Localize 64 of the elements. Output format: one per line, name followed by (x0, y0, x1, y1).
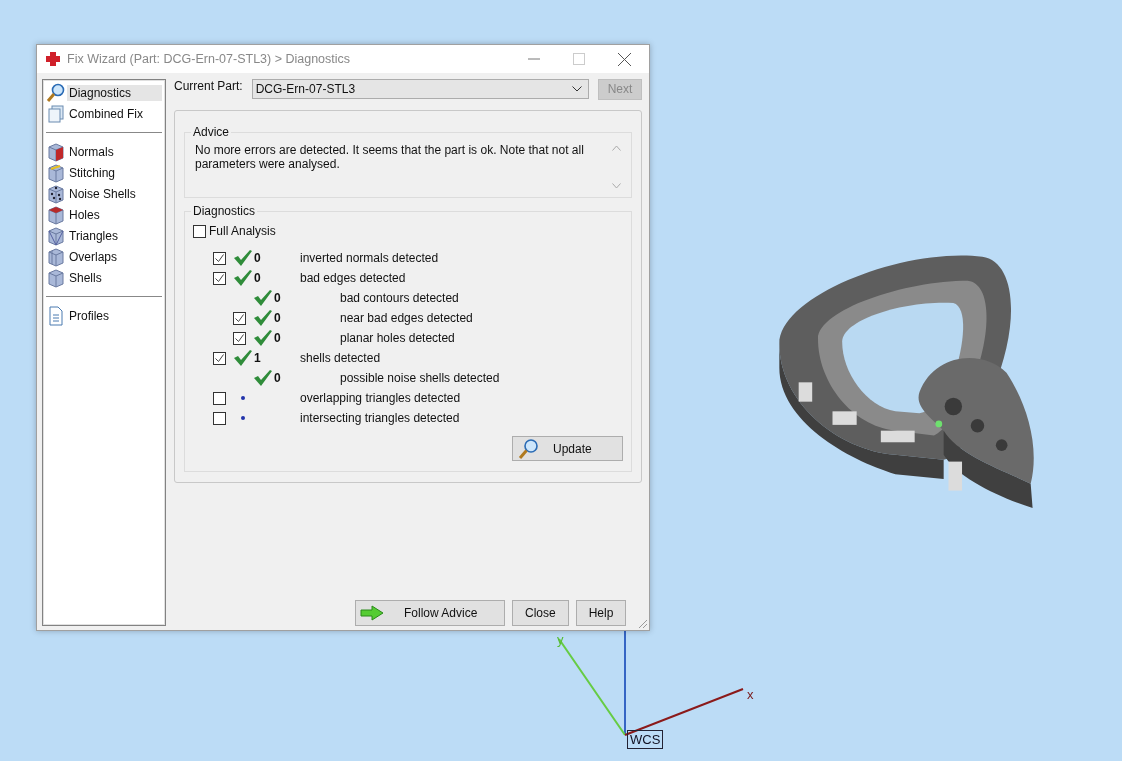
diagnostic-label: planar holes detected (340, 331, 455, 345)
current-part-label: Current Part: (174, 79, 243, 93)
diagnostic-label: bad contours detected (340, 291, 459, 305)
chevron-down-icon (572, 86, 582, 92)
checkbox[interactable] (233, 331, 246, 345)
pages-icon (46, 103, 66, 124)
advice-text: No more errors are detected. It seems that the part is ok. Note that not all parameters were analysed. (195, 143, 585, 173)
window-title: Fix Wizard (Part: DCG-Ern-07-STL3) > Diagnostics (67, 52, 352, 66)
count: 0 (274, 331, 281, 345)
cube-icon (46, 162, 66, 183)
diagnostic-label: near bad edges detected (340, 311, 473, 325)
count: 0 (274, 311, 281, 325)
sidebar-item[interactable]: Triangles (67, 227, 162, 244)
sidebar-item[interactable]: Holes (67, 206, 162, 223)
sidebar-item[interactable]: Noise Shells (67, 185, 162, 202)
sidebar-item[interactable]: Overlaps (67, 248, 162, 265)
sidebar-item[interactable]: Stitching (67, 164, 162, 181)
diagnostic-label: bad edges detected (300, 271, 406, 285)
count: 1 (254, 351, 261, 365)
resize-grip-icon[interactable] (638, 619, 648, 629)
diagnostic-label: intersecting triangles detected (300, 411, 460, 425)
arrow-right-icon (360, 605, 384, 621)
dialog-button[interactable]: Help (575, 600, 627, 626)
group-title: Diagnostics (192, 204, 257, 218)
count: 0 (254, 251, 261, 265)
part-dropdown[interactable]: DCG-Ern-07-STL3 (251, 79, 589, 99)
axis-label: y (557, 632, 564, 647)
checkbox[interactable] (193, 224, 206, 238)
cube-icon (46, 246, 66, 267)
checkbox[interactable] (213, 251, 226, 265)
count: 0 (274, 371, 281, 385)
document-icon (46, 305, 66, 326)
checkbox[interactable] (213, 411, 226, 425)
magnifier-icon (46, 82, 66, 103)
follow-advice-button[interactable]: Follow Advice (355, 600, 505, 626)
dialog-button[interactable]: Close (512, 600, 569, 626)
cross-icon (45, 51, 61, 67)
diagnostic-label: overlapping triangles detected (300, 391, 461, 405)
sidebar-item[interactable]: Diagnostics (67, 84, 162, 101)
cube-icon (46, 267, 66, 288)
count: 0 (274, 291, 281, 305)
checkbox[interactable] (213, 271, 226, 285)
cube-icon (46, 141, 66, 162)
sidebar-item[interactable]: Combined Fix (67, 105, 162, 122)
close-icon[interactable] (618, 52, 631, 66)
checkbox-label: Full Analysis (209, 224, 276, 238)
update-button[interactable]: Update (512, 436, 623, 461)
cube-icon (46, 204, 66, 225)
group-title: Advice (192, 125, 231, 139)
diagnostic-label: inverted normals detected (300, 251, 439, 265)
wcs-label: WCS (627, 730, 664, 749)
checkbox[interactable] (213, 391, 226, 405)
checkbox[interactable] (213, 351, 226, 365)
diagnostic-label: shells detected (300, 351, 381, 365)
axis-label: x (747, 687, 754, 702)
cube-icon (46, 183, 66, 204)
magnifier-icon (517, 437, 539, 460)
count: 0 (254, 271, 261, 285)
sidebar-item[interactable]: Shells (67, 269, 162, 286)
diagnostic-label: possible noise shells detected (340, 371, 500, 385)
sidebar-item[interactable]: Normals (67, 143, 162, 160)
cube-icon (46, 225, 66, 246)
checkbox[interactable] (233, 311, 246, 325)
sidebar-item[interactable]: Profiles (67, 307, 162, 324)
